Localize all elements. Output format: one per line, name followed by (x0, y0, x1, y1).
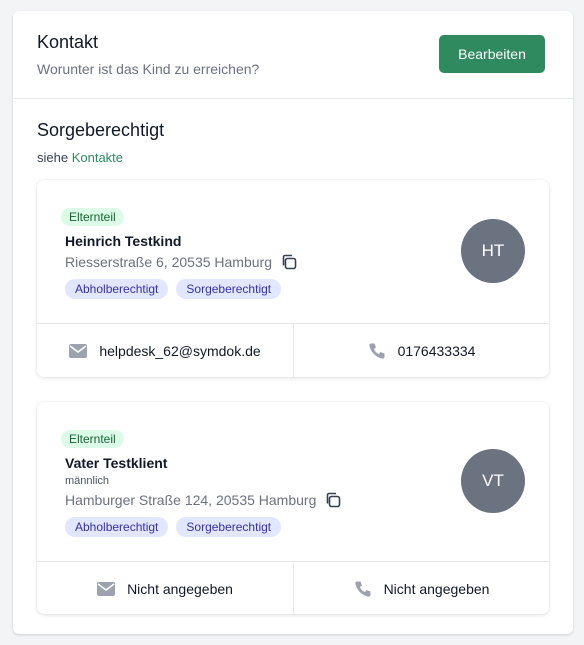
role-badge: Elternteil (61, 430, 124, 448)
contacts-link[interactable]: Kontakte (72, 150, 123, 165)
tag-abholberechtigt: Abholberechtigt (65, 279, 169, 299)
edit-button[interactable]: Bearbeiten (439, 35, 545, 73)
contact-address: Hamburger Straße 124, 20535 Hamburg (65, 492, 317, 508)
address-row: Hamburger Straße 124, 20535 Hamburg (65, 491, 342, 509)
copy-icon[interactable] (324, 491, 342, 509)
tag-sorgeberechtigt: Sorgeberechtigt (176, 517, 282, 537)
phone-icon (354, 581, 371, 597)
tag-sorgeberechtigt: Sorgeberechtigt (176, 279, 282, 299)
tag-abholberechtigt: Abholberechtigt (65, 517, 169, 537)
reference-prefix: siehe (37, 150, 69, 165)
copy-icon[interactable] (280, 253, 298, 271)
email-value: Nicht angegeben (127, 580, 233, 597)
panel-header: Kontakt Worunter ist das Kind zu erreich… (13, 11, 573, 99)
mail-icon (69, 343, 88, 358)
avatar: VT (461, 449, 525, 513)
avatar: HT (461, 219, 525, 283)
phone-action[interactable]: Nicht angegeben (293, 562, 549, 615)
contact-gender: männlich (65, 475, 110, 487)
panel-title: Kontakt (37, 32, 99, 52)
phone-value: 0176433334 (397, 342, 476, 359)
contact-address: Riesserstraße 6, 20535 Hamburg (65, 254, 272, 270)
contact-name: Heinrich Testkind (65, 233, 182, 249)
contact-actions: helpdesk_62@symdok.de 0176433334 (37, 323, 549, 377)
contact-name: Vater Testklient (65, 455, 168, 471)
mail-icon (97, 581, 116, 596)
contact-card: Elternteil Heinrich Testkind Riesserstra… (37, 180, 549, 377)
role-badge: Elternteil (61, 208, 124, 226)
panel-subtitle: Worunter ist das Kind zu erreichen? (37, 61, 260, 77)
contact-card: Elternteil Vater Testklient männlich Ham… (37, 402, 549, 615)
tag-list: Abholberechtigt Sorgeberechtigt (65, 517, 289, 537)
contact-actions: Nicht angegeben Nicht angegeben (37, 561, 549, 615)
phone-value: Nicht angegeben (383, 580, 490, 597)
phone-icon (368, 343, 385, 359)
section-title: Sorgeberechtigt (37, 120, 165, 140)
tag-list: Abholberechtigt Sorgeberechtigt (65, 279, 289, 299)
email-action[interactable]: helpdesk_62@symdok.de (37, 324, 293, 377)
address-row: Riesserstraße 6, 20535 Hamburg (65, 253, 298, 271)
contact-panel: Kontakt Worunter ist das Kind zu erreich… (13, 11, 573, 634)
email-value: helpdesk_62@symdok.de (99, 342, 261, 359)
section-reference: siehe Kontakte (37, 150, 123, 165)
phone-action[interactable]: 0176433334 (293, 324, 549, 377)
email-action[interactable]: Nicht angegeben (37, 562, 293, 615)
